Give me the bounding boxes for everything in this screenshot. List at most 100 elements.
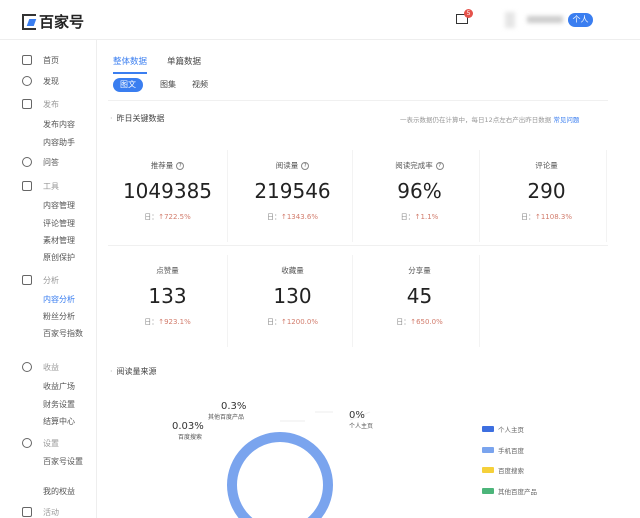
sidebar-item[interactable]: 发现 [43, 76, 59, 87]
label-other-products: 0.3% [221, 401, 246, 412]
metric-change: ↑1.1% [414, 213, 439, 221]
sidebar-item[interactable]: 粉丝分析 [43, 311, 75, 322]
label-personal-page: 0% 个人主页 [349, 410, 373, 430]
day-prefix: 日： [400, 213, 415, 221]
subtab-article[interactable]: 图文 [113, 78, 143, 92]
metric-card: 阅读完成率? 96% 日：↑1.1% [360, 150, 480, 242]
day-prefix: 日： [144, 318, 159, 326]
legend-swatch [482, 426, 494, 432]
gift-icon [22, 507, 32, 517]
label-other-products-name: 其他百度产品 [208, 412, 244, 421]
metric-label: 阅读完成率 [395, 161, 433, 170]
sidebar-item[interactable]: 内容分析 [43, 294, 75, 305]
sidebar-item[interactable]: 发布内容 [43, 119, 75, 130]
legend-item[interactable]: 个人主页 [482, 424, 524, 434]
metric-card: 点赞量 133 日：↑923.1% [108, 255, 228, 347]
legend-swatch [482, 487, 494, 494]
legend-label: 手机百度 [498, 446, 524, 455]
metric-value: 219546 [254, 179, 331, 203]
top-header: 百家号 5 个人 [0, 0, 640, 40]
help-icon[interactable]: ? [301, 162, 310, 170]
metric-value: 96% [397, 179, 442, 203]
day-prefix: 日： [396, 318, 411, 326]
section-title-key-data: 昨日关键数据 [110, 113, 165, 124]
sidebar-item[interactable]: 内容管理 [43, 200, 75, 211]
day-prefix: 日： [266, 213, 281, 221]
metric-change: ↑1108.3% [534, 213, 572, 221]
metric-label: 收藏量 [281, 266, 304, 275]
logo-icon [22, 13, 36, 30]
metric-change: ↑650.0% [410, 318, 443, 326]
day-prefix: 日： [520, 213, 535, 221]
sidebar-item[interactable]: 收益广场 [43, 381, 75, 392]
sidebar-item[interactable]: 收益 [43, 362, 59, 373]
sidebar-item[interactable]: 活动 [43, 507, 59, 518]
pct: 0.03% [172, 421, 204, 432]
legend-item[interactable]: 百度搜索 [482, 465, 524, 475]
metric-label: 点赞量 [156, 266, 179, 275]
name: 个人主页 [349, 423, 374, 430]
tab-single-data[interactable]: 单篇数据 [167, 55, 201, 67]
eye-icon [22, 76, 32, 86]
metric-label: 阅读量 [275, 161, 299, 170]
section-title-read-source: 阅读量来源 [110, 366, 157, 377]
legend-item[interactable]: 其他百度产品 [482, 486, 537, 496]
metric-label: 分享量 [408, 266, 431, 275]
metric-change: ↑923.1% [158, 318, 191, 326]
sidebar-item[interactable]: 我的权益 [43, 486, 75, 497]
metric-change: ↑1200.0% [280, 318, 318, 326]
subtab-video[interactable]: 视频 [192, 78, 208, 92]
metric-label: 推荐量 [150, 161, 174, 170]
sidebar-item[interactable]: 素材管理 [43, 235, 75, 246]
sidebar-item[interactable]: 分析 [43, 275, 59, 286]
help-icon[interactable]: ? [435, 162, 444, 170]
sidebar-item[interactable]: 内容助手 [43, 137, 75, 148]
logo[interactable]: 百家号 [22, 11, 84, 32]
legend-label: 个人主页 [498, 426, 524, 434]
metric-card: 分享量 45 日：↑650.0% [360, 255, 480, 347]
name: 百度搜索 [178, 434, 203, 441]
sidebar-item[interactable]: 结算中心 [43, 416, 75, 427]
sidebar-item[interactable]: 工具 [43, 181, 59, 192]
metric-value: 133 [148, 284, 187, 308]
coin-icon [22, 362, 32, 372]
metric-value: 45 [406, 284, 433, 308]
legend-swatch [482, 467, 494, 473]
sidebar-item[interactable]: 首页 [43, 55, 59, 66]
sidebar-item[interactable]: 百家号指数 [43, 328, 83, 339]
tab-overall-data[interactable]: 整体数据 [113, 55, 148, 74]
metric-value: 130 [273, 284, 312, 308]
label-baidu-search: 0.03% 百度搜索 [172, 421, 204, 441]
metric-card: 阅读量? 219546 日：↑1343.6% [233, 150, 353, 242]
sidebar-item[interactable]: 评论管理 [43, 218, 75, 229]
gear-icon [22, 438, 32, 448]
sidebar: 首页发现发布发布内容内容助手问答工具内容管理评论管理素材管理原创保护分析内容分析… [0, 40, 97, 518]
legend-label: 百度搜索 [498, 467, 524, 475]
subtab-gallery[interactable]: 图集 [160, 78, 176, 92]
metric-card: 评论量 290 日：↑1108.3% [487, 150, 607, 242]
metric-value: 1049385 [122, 179, 213, 203]
toolbox-icon [22, 181, 32, 191]
legend-item[interactable]: 手机百度 [482, 445, 524, 455]
sidebar-item[interactable]: 百家号设置 [43, 456, 83, 467]
metric-card: 推荐量? 1049385 日：↑722.5% [108, 150, 228, 242]
avatar[interactable] [505, 12, 515, 28]
sidebar-item[interactable]: 原创保护 [43, 252, 75, 263]
notification-badge: 5 [464, 9, 473, 18]
metric-change: ↑1343.6% [280, 213, 318, 221]
home-icon [22, 55, 32, 65]
metric-card: 收藏量 130 日：↑1200.0% [233, 255, 353, 347]
sidebar-item[interactable]: 设置 [43, 438, 59, 449]
help-icon[interactable]: ? [176, 162, 185, 170]
logo-text: 百家号 [39, 13, 85, 31]
sidebar-item[interactable]: 问答 [43, 157, 59, 168]
sidebar-item[interactable]: 发布 [43, 99, 59, 110]
faq-link[interactable]: 常见问题 [553, 116, 579, 124]
account-type-badge: 个人 [568, 13, 593, 27]
note-text: 一表示数据仍在计算中，每日12点左右产出昨日数据 [400, 116, 552, 124]
metric-label: 评论量 [535, 161, 558, 170]
day-prefix: 日： [266, 318, 281, 326]
pct: 0.3% [221, 401, 247, 412]
sidebar-item[interactable]: 财务设置 [43, 399, 75, 410]
username[interactable] [527, 16, 563, 23]
